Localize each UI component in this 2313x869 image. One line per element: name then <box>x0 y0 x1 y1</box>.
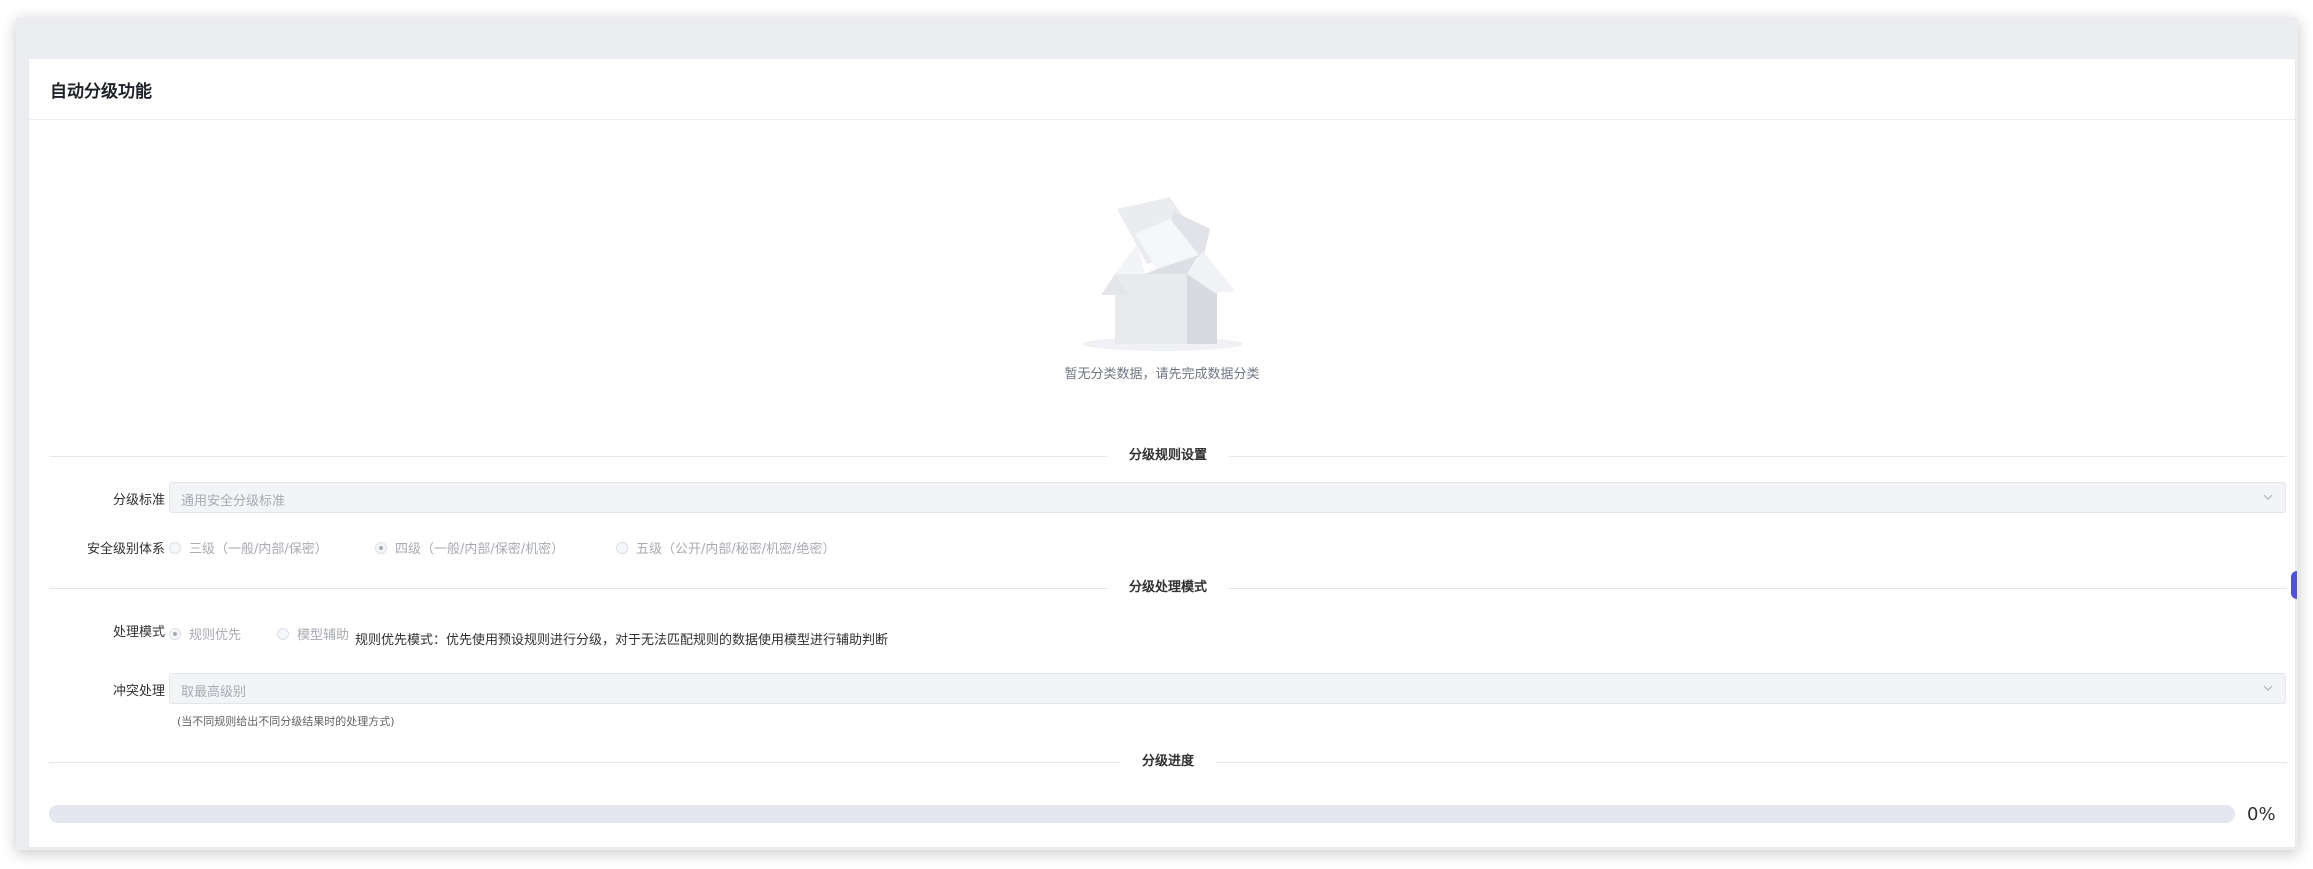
section-divider-mode: 分级处理模式 <box>49 578 2287 598</box>
security-level-label: 安全级别体系 <box>86 542 165 557</box>
section-title-rules: 分级规则设置 <box>1106 446 1230 466</box>
conflict-handling-label: 冲突处理 <box>112 684 165 699</box>
section-title-progress: 分级进度 <box>1119 752 1217 772</box>
grading-standard-label: 分级标准 <box>112 493 165 508</box>
conflict-handling-select[interactable]: 取最高级别 <box>169 673 2286 704</box>
grading-standard-select[interactable]: 通用安全分级标准 <box>169 482 2286 513</box>
progress-percent: 0% <box>2247 804 2276 825</box>
radio-four-level[interactable]: 四级（一般/内部/保密/机密） <box>375 538 564 557</box>
radio-five-level[interactable]: 五级（公开/内部/秘密/机密/绝密） <box>616 538 836 557</box>
radio-circle[interactable] <box>169 541 181 554</box>
side-panel-handle[interactable] <box>2291 571 2297 599</box>
processing-mode-label: 处理模式 <box>112 625 165 640</box>
empty-description: 暂无分类数据，请先完成数据分类 <box>1064 367 1260 382</box>
radio-label: 规则优先 <box>189 628 242 643</box>
radio-label: 五级（公开/内部/秘密/机密/绝密） <box>636 542 836 557</box>
conflict-handling-placeholder: 取最高级别 <box>181 685 247 700</box>
section-title-mode: 分级处理模式 <box>1106 578 1230 598</box>
radio-label: 四级（一般/内部/保密/机密） <box>395 542 565 557</box>
card-title: 自动分级功能 <box>50 81 152 102</box>
auto-grading-card: 自动分级功能 暂无分类数据，请先完成数据分类 分级规则设置 分级标准 通用安全分… <box>28 58 2296 848</box>
radio-rule-first[interactable]: 规则优先 <box>169 624 241 643</box>
grading-standard-placeholder: 通用安全分级标准 <box>181 494 286 509</box>
radio-three-level[interactable]: 三级（一般/内部/保密） <box>169 538 328 557</box>
radio-circle[interactable] <box>169 627 181 640</box>
radio-model-assist[interactable]: 模型辅助 <box>277 624 349 643</box>
radio-label: 三级（一般/内部/保密） <box>189 542 328 557</box>
chevron-down-icon <box>2263 685 2273 691</box>
empty-box-icon <box>1075 189 1250 359</box>
empty-state: 暂无分类数据，请先完成数据分类 <box>29 189 2295 382</box>
radio-circle[interactable] <box>375 541 387 554</box>
chevron-down-icon <box>2263 494 2273 500</box>
processing-mode-description: 规则优先模式：优先使用预设规则进行分级，对于无法匹配规则的数据使用模型进行辅助判… <box>355 633 889 648</box>
radio-circle[interactable] <box>616 541 628 554</box>
app-window: 自动分级功能 暂无分类数据，请先完成数据分类 分级规则设置 分级标准 通用安全分… <box>16 18 2298 850</box>
grading-progress-bar <box>49 805 2235 823</box>
section-divider-progress: 分级进度 <box>49 752 2287 772</box>
radio-circle[interactable] <box>277 627 289 640</box>
conflict-handling-hint: (当不同规则给出不同分级结果时的处理方式) <box>177 715 395 728</box>
radio-label: 模型辅助 <box>297 628 350 643</box>
card-header: 自动分级功能 <box>29 59 2295 120</box>
section-divider-rules: 分级规则设置 <box>49 446 2287 466</box>
